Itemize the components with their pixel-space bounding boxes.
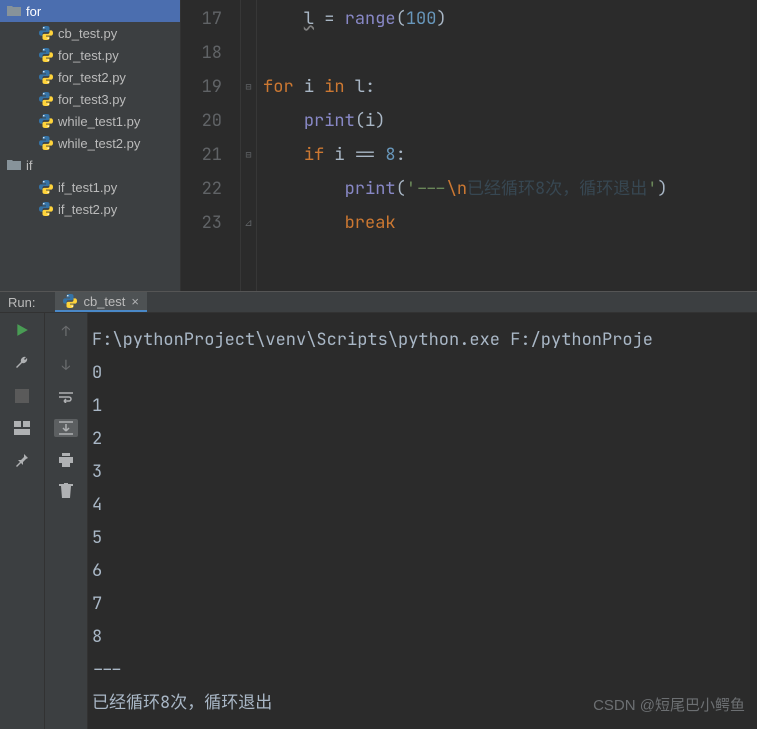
code-line[interactable]: print(i) bbox=[263, 104, 757, 138]
file-label: if_test1.py bbox=[58, 180, 117, 195]
line-number: 21 bbox=[181, 138, 222, 172]
file-label: cb_test.py bbox=[58, 26, 117, 41]
python-icon bbox=[63, 294, 77, 308]
line-number: 18 bbox=[181, 36, 222, 70]
file-item[interactable]: while_test2.py bbox=[0, 132, 180, 154]
run-tab[interactable]: cb_test × bbox=[55, 292, 147, 312]
console-line: 6 bbox=[92, 554, 753, 587]
print-icon[interactable] bbox=[58, 453, 74, 467]
layout-icon[interactable] bbox=[14, 421, 30, 435]
file-item[interactable]: if_test2.py bbox=[0, 198, 180, 220]
file-label: for_test3.py bbox=[58, 92, 126, 107]
file-item[interactable]: while_test1.py bbox=[0, 110, 180, 132]
run-tabbar: Run: cb_test × bbox=[0, 292, 757, 313]
run-toolbar-primary bbox=[0, 313, 44, 729]
folder-icon bbox=[6, 157, 22, 173]
file-label: while_test2.py bbox=[58, 136, 140, 151]
file-item[interactable]: for_test2.py bbox=[0, 66, 180, 88]
code-line[interactable] bbox=[263, 36, 757, 70]
run-toolbar-secondary: ↑ ↓ bbox=[44, 313, 88, 729]
file-label: while_test1.py bbox=[58, 114, 140, 129]
wrench-icon[interactable] bbox=[14, 355, 30, 371]
code-line[interactable]: l = range(100) bbox=[263, 2, 757, 36]
file-item[interactable]: cb_test.py bbox=[0, 22, 180, 44]
console-line: --- bbox=[92, 653, 753, 686]
down-arrow-icon[interactable]: ↓ bbox=[62, 357, 70, 375]
file-label: for_test2.py bbox=[58, 70, 126, 85]
code-line[interactable]: break bbox=[263, 206, 757, 240]
console-line: 2 bbox=[92, 422, 753, 455]
fold-marker[interactable] bbox=[241, 172, 256, 206]
python-file-icon bbox=[38, 25, 54, 41]
line-number: 17 bbox=[181, 2, 222, 36]
fold-marker[interactable]: ⊟ bbox=[241, 70, 256, 104]
fold-marker[interactable] bbox=[241, 36, 256, 70]
fold-marker[interactable] bbox=[241, 2, 256, 36]
fold-marker[interactable]: ⊟ bbox=[241, 138, 256, 172]
line-number: 20 bbox=[181, 104, 222, 138]
console-line: 7 bbox=[92, 587, 753, 620]
console-line: F:\pythonProject\venv\Scripts\python.exe… bbox=[92, 323, 753, 356]
folder-for[interactable]: for bbox=[0, 0, 180, 22]
fold-marker[interactable] bbox=[241, 104, 256, 138]
stop-icon[interactable] bbox=[15, 389, 29, 403]
run-label: Run: bbox=[8, 295, 35, 310]
up-arrow-icon[interactable]: ↑ bbox=[62, 323, 70, 341]
project-tree: for cb_test.py for_test.py for_test2.pyfor… bbox=[0, 0, 180, 291]
line-number: 23 bbox=[181, 206, 222, 240]
code-line[interactable]: if i == 8: bbox=[263, 138, 757, 172]
watermark: CSDN @短尾巴小鳄鱼 bbox=[593, 691, 745, 721]
rerun-icon[interactable] bbox=[15, 323, 29, 337]
file-item[interactable]: for_test.py bbox=[0, 44, 180, 66]
folder-if[interactable]: if bbox=[0, 154, 180, 176]
scroll-to-end-icon[interactable] bbox=[54, 419, 78, 437]
fold-marker[interactable]: ⊿ bbox=[241, 206, 256, 240]
console-line: 3 bbox=[92, 455, 753, 488]
python-file-icon bbox=[38, 201, 54, 217]
run-panel: Run: cb_test × ↑ ↓ F:\pythonProject\venv… bbox=[0, 291, 757, 729]
code-line[interactable]: print('---\n已经循环8次，循环退出') bbox=[263, 172, 757, 206]
python-file-icon bbox=[38, 179, 54, 195]
close-icon[interactable]: × bbox=[131, 294, 139, 309]
python-file-icon bbox=[38, 113, 54, 129]
python-file-icon bbox=[38, 91, 54, 107]
code-line[interactable]: for i in l: bbox=[263, 70, 757, 104]
console-line: 0 bbox=[92, 356, 753, 389]
python-file-icon bbox=[38, 47, 54, 63]
file-label: for_test.py bbox=[58, 48, 119, 63]
folder-label: if bbox=[26, 158, 33, 173]
line-number: 22 bbox=[181, 172, 222, 206]
file-label: if_test2.py bbox=[58, 202, 117, 217]
file-item[interactable]: for_test3.py bbox=[0, 88, 180, 110]
console-line: 1 bbox=[92, 389, 753, 422]
python-file-icon bbox=[38, 135, 54, 151]
soft-wrap-icon[interactable] bbox=[58, 391, 74, 403]
console-line: 4 bbox=[92, 488, 753, 521]
pin-icon[interactable] bbox=[15, 453, 29, 467]
line-number: 19 bbox=[181, 70, 222, 104]
console-line: 5 bbox=[92, 521, 753, 554]
file-item[interactable]: if_test1.py bbox=[0, 176, 180, 198]
code-editor[interactable]: 17181920212223 ⊟ ⊟ ⊿ l = range(100) for i i… bbox=[180, 0, 757, 291]
console-line: 8 bbox=[92, 620, 753, 653]
run-tab-label: cb_test bbox=[83, 294, 125, 309]
fold-gutter: ⊟ ⊟ ⊿ bbox=[241, 0, 257, 291]
code-area[interactable]: l = range(100) for i in l: print(i) if i … bbox=[257, 0, 757, 291]
trash-icon[interactable] bbox=[59, 483, 73, 499]
console-output[interactable]: F:\pythonProject\venv\Scripts\python.exe… bbox=[88, 313, 757, 729]
line-gutter: 17181920212223 bbox=[181, 0, 241, 291]
python-file-icon bbox=[38, 69, 54, 85]
folder-icon bbox=[6, 3, 22, 19]
folder-label: for bbox=[26, 4, 41, 19]
